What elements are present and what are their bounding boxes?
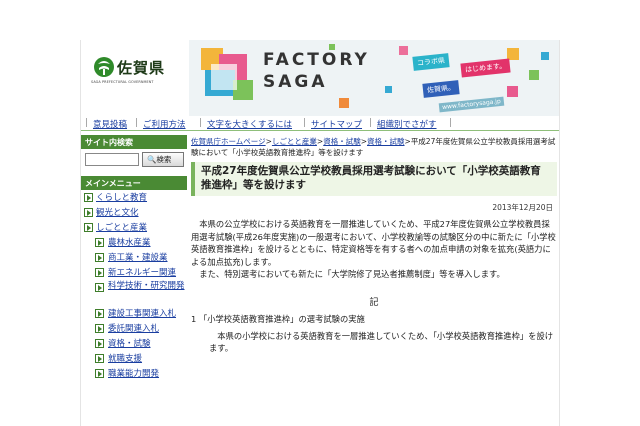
nav-separator: | [135,118,138,128]
arrow-right-icon [84,223,93,232]
arrow-right-icon [95,268,104,277]
nav-separator: | [199,118,202,128]
nav-separator: | [303,118,306,128]
section-heading: 1 「小学校英語教育推進枠」の選考試験の実施 [191,313,365,324]
logo-name: 佐賀県 [117,59,166,77]
publish-date: 2013年12月20日 [492,203,553,212]
nav-separator: | [449,118,452,128]
banner-title-line2: SAGA [263,72,328,92]
utility-nav: | 意見投稿 | ご利用方法 | 文字を大きくするには | サイトマップ | 組… [81,117,559,131]
menu-item-job-support[interactable]: 就職支援 [81,351,187,366]
arrow-right-icon [95,309,104,318]
menu-item-label[interactable]: 資格・試験 [108,337,151,349]
search-icon: 🔍 [147,155,157,164]
search-heading: サイト内検索 [81,135,187,149]
menu-item-qualification[interactable]: 資格・試験 [81,336,187,351]
menu-item-label[interactable]: 委託関連入札 [108,322,159,334]
menu-item-label[interactable]: 新エネルギー関連 [108,266,176,278]
breadcrumb-link[interactable]: 佐賀県庁ホームページ [191,137,266,146]
menu-item-vocational[interactable]: 職業能力開発 [81,366,187,381]
menu-item-agriculture[interactable]: 農林水産業 [81,235,187,250]
menu-item-label[interactable]: くらしと教育 [96,191,147,203]
nav-link-opinion[interactable]: 意見投稿 [93,118,127,130]
saga-emblem-icon [94,57,114,77]
nav-link-usage[interactable]: ご利用方法 [143,118,186,130]
nav-link-text-size[interactable]: 文字を大きくするには [207,118,292,130]
menu-item-consignment-bid[interactable]: 委託関連入札 [81,321,187,336]
page-title: 平成27年度佐賀県公立学校教員採用選考試験において「小学校英語教育推進枠」等を設… [191,162,557,196]
paragraph: 本県の小学校における英語教育を一層推進していくため、「小学校英語教育推進枠」を設… [209,330,554,354]
menu-item-label[interactable]: 観光と文化 [96,206,139,218]
breadcrumb-link[interactable]: しごとと産業 [272,137,317,146]
notice-heading: 記 [369,297,379,308]
nav-separator: | [85,118,88,128]
factory-saga-banner[interactable]: FACTORY SAGA コラボ県 はじめます。 佐賀県。 www.factor… [189,40,559,116]
nav-link-organization[interactable]: 組織別でさがす [377,118,437,130]
article-body: 本県の公立学校における英語教育を一層推進していくため、平成27年度佐賀県公立学校… [191,218,557,355]
menu-item-new-energy[interactable]: 新エネルギー関連 [81,265,187,280]
arrow-right-icon [95,253,104,262]
menu-item-label[interactable]: 農林水産業 [108,236,151,248]
arrow-right-icon [95,238,104,247]
arrow-right-icon [95,354,104,363]
search-button-label: 検索 [156,155,172,164]
arrow-right-icon [95,283,104,292]
search-button[interactable]: 🔍検索 [142,152,184,167]
main-content: 佐賀県庁ホームページ>しごとと産業>資格・試験>資格・試験>平成27年度佐賀県公… [191,136,557,426]
menu-item-science[interactable]: 科学技術・研究開発 [81,280,187,306]
arrow-right-icon [95,369,104,378]
menu-item-work-industry[interactable]: しごとと産業 [81,220,187,235]
menu-item-life-education[interactable]: くらしと教育 [81,190,187,205]
site-header: 佐賀県 SAGA PREFECTURAL GOVERNMENT FACTORY [81,40,559,116]
nav-separator: | [369,118,372,128]
breadcrumb-link[interactable]: 資格・試験 [323,137,361,146]
paragraph: また、特別選考においても新たに「大学院修了見込者推薦制度」等を導入します。 [199,269,505,280]
menu-item-construction-bid[interactable]: 建設工事関連入札 [81,306,187,321]
site-logo[interactable]: 佐賀県 SAGA PREFECTURAL GOVERNMENT [81,40,189,116]
page-frame: 佐賀県 SAGA PREFECTURAL GOVERNMENT FACTORY [80,40,560,426]
sidebar: サイト内検索 🔍検索 メインメニュー くらしと教育 観光と文化 しごとと産業 農… [81,135,187,426]
search-input[interactable] [85,153,139,166]
main-menu-heading: メインメニュー [81,176,187,190]
menu-item-label[interactable]: 建設工事関連入札 [108,307,176,319]
site-search: 🔍検索 [81,149,187,171]
arrow-right-icon [95,324,104,333]
nav-link-sitemap[interactable]: サイトマップ [311,118,362,130]
menu-item-label[interactable]: 就職支援 [108,352,142,364]
breadcrumb: 佐賀県庁ホームページ>しごとと産業>資格・試験>資格・試験>平成27年度佐賀県公… [191,136,557,160]
breadcrumb-link[interactable]: 資格・試験 [367,137,405,146]
arrow-right-icon [84,208,93,217]
menu-item-tourism-culture[interactable]: 観光と文化 [81,205,187,220]
logo-subtitle: SAGA PREFECTURAL GOVERNMENT [91,80,154,84]
menu-item-commerce[interactable]: 商工業・建設業 [81,250,187,265]
menu-item-label[interactable]: しごとと産業 [96,221,147,233]
menu-item-label[interactable]: 科学技術・研究開発 [108,281,186,292]
banner-title-line1: FACTORY [263,50,370,70]
menu-item-label[interactable]: 商工業・建設業 [108,251,168,263]
paragraph: 本県の公立学校における英語教育を一層推進していくため、平成27年度佐賀県公立学校… [191,219,556,267]
banner-decoration [201,44,549,108]
arrow-right-icon [84,193,93,202]
arrow-right-icon [95,339,104,348]
menu-item-label[interactable]: 職業能力開発 [108,367,159,379]
